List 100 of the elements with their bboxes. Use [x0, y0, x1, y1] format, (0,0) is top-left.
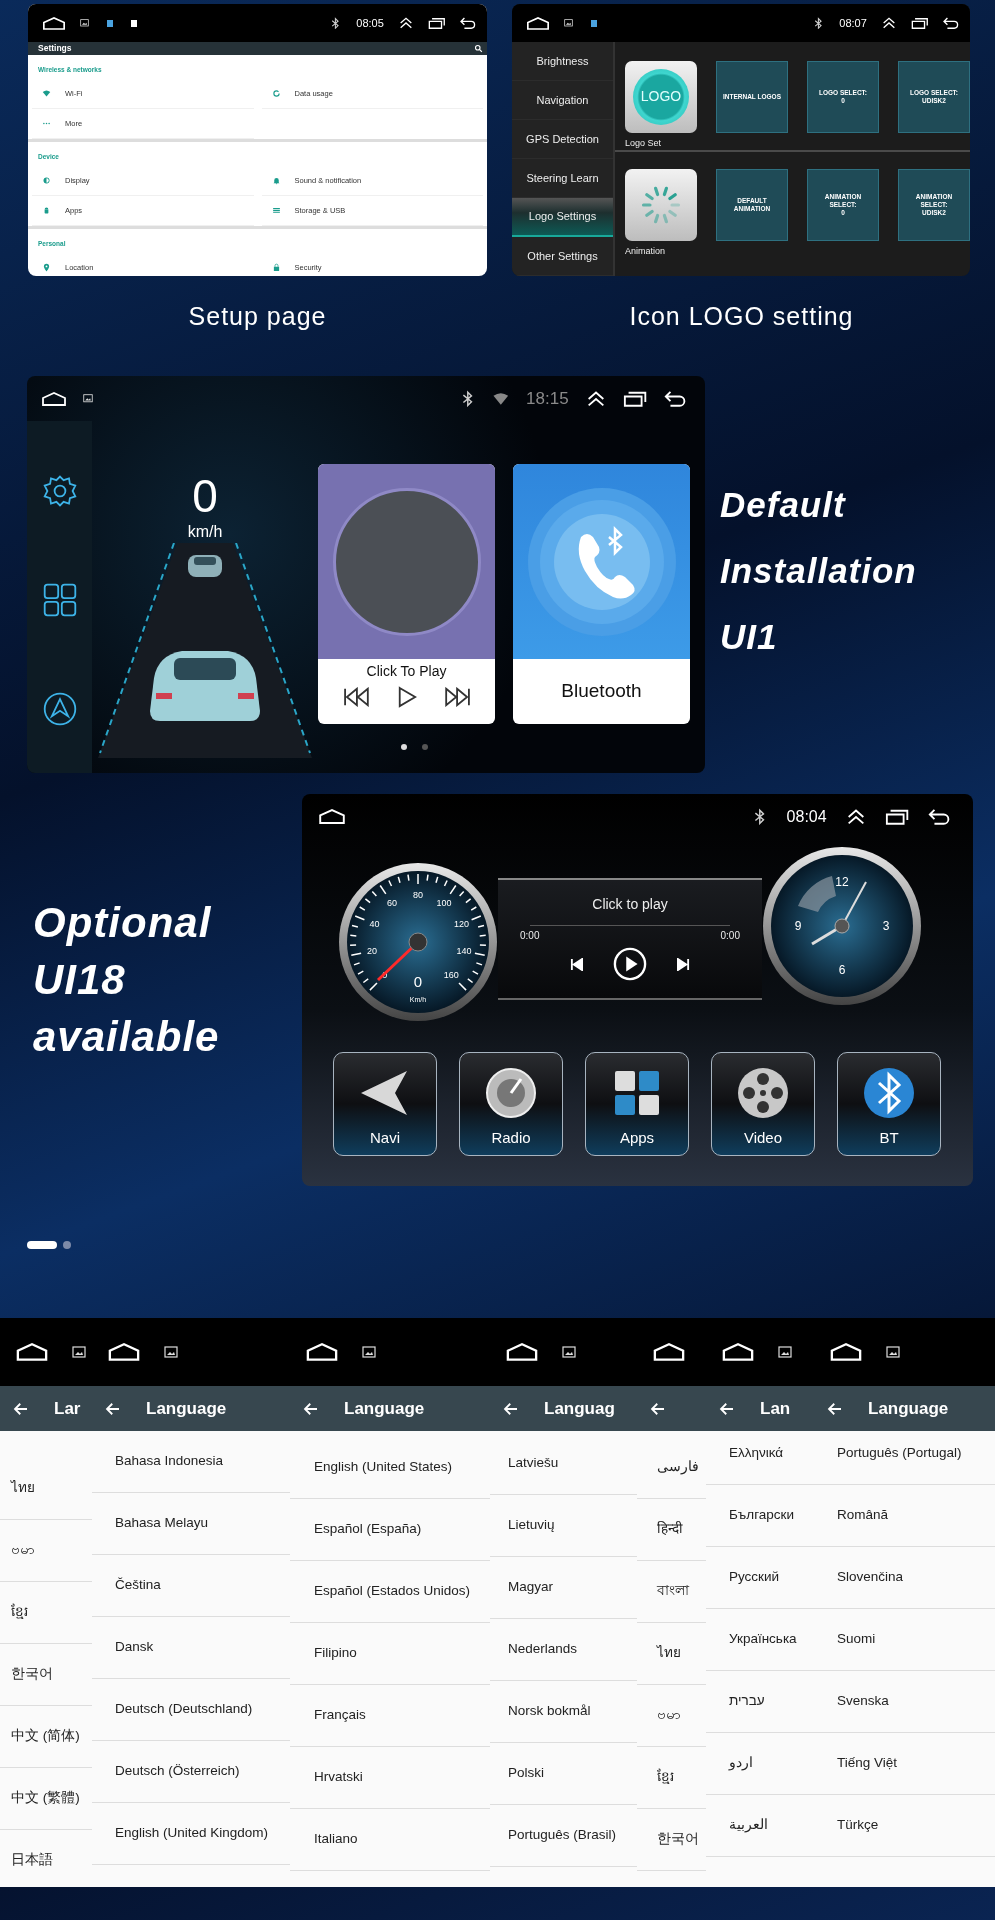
previous-icon[interactable] — [341, 687, 370, 707]
carousel-dot[interactable] — [63, 1241, 71, 1249]
total-time: 0:00 — [720, 929, 740, 943]
home-icon[interactable] — [42, 16, 66, 30]
menu-item[interactable]: GPS Detection — [512, 120, 613, 159]
language-item[interactable]: Português (Portugal) — [814, 1431, 995, 1485]
app-tile[interactable]: Radio — [459, 1052, 563, 1156]
app-tile[interactable]: Navi — [333, 1052, 437, 1156]
scale-label: 140 — [456, 946, 472, 957]
home-icon[interactable] — [318, 809, 346, 824]
recents-icon[interactable] — [622, 389, 647, 408]
language-item[interactable]: Suomi — [814, 1609, 995, 1671]
screen-title: Language — [146, 1397, 227, 1420]
language-item[interactable]: Türkçe — [814, 1795, 995, 1857]
scale-label: 40 — [369, 919, 380, 929]
clock-time: 08:04 — [786, 806, 827, 827]
chevrons-up-icon[interactable] — [880, 15, 897, 31]
home-icon[interactable] — [828, 1343, 864, 1361]
caption: Setup page — [188, 302, 327, 330]
language-item[interactable]: Tiếng Việt — [814, 1733, 995, 1795]
lock-icon — [271, 262, 281, 272]
caption: Icon LOGO setting — [629, 302, 854, 330]
back-icon[interactable] — [926, 807, 951, 826]
play-button-icon[interactable] — [613, 947, 647, 981]
notification-icon — [131, 19, 137, 27]
back-icon[interactable] — [942, 16, 960, 30]
page-dot[interactable] — [400, 744, 407, 750]
notification-icon — [591, 19, 597, 27]
scale-label: 100 — [436, 897, 452, 908]
home-icon[interactable] — [14, 1343, 50, 1361]
image-icon — [886, 1346, 900, 1358]
screen-title: Language — [868, 1397, 949, 1420]
speed-value: 0 — [192, 471, 218, 521]
clock-numeral: 3 — [882, 919, 890, 933]
scale-label: 80 — [413, 890, 423, 900]
elapsed-time: 0:00 — [520, 929, 540, 943]
list-icon — [271, 205, 281, 215]
page-dot[interactable] — [421, 744, 428, 750]
image-icon — [72, 1346, 86, 1358]
back-icon[interactable] — [662, 389, 687, 408]
image-icon — [164, 1346, 178, 1358]
back-icon[interactable] — [459, 16, 477, 30]
home-icon[interactable] — [720, 1343, 756, 1361]
clock-time: 08:05 — [356, 15, 384, 31]
scale-label: 20 — [366, 946, 377, 957]
previous-icon[interactable] — [570, 957, 583, 971]
speed-unit: km/h — [187, 522, 223, 542]
bell-icon — [271, 175, 281, 185]
phone-bluetooth-icon[interactable] — [526, 486, 677, 637]
menu-item[interactable]: Brightness — [512, 42, 613, 81]
scale-label: 160 — [443, 970, 459, 981]
grid-icon[interactable] — [41, 582, 78, 618]
screen-title: Languag — [544, 1397, 615, 1420]
screen-title: Lar — [54, 1397, 81, 1420]
navigation-icon[interactable] — [41, 691, 78, 727]
clock-numeral: 12 — [835, 875, 849, 889]
recents-icon[interactable] — [427, 16, 446, 30]
home-icon[interactable] — [504, 1343, 540, 1361]
play-icon[interactable] — [396, 686, 417, 708]
app-tile[interactable]: Apps — [585, 1052, 689, 1156]
chevrons-up-icon[interactable] — [397, 15, 414, 31]
language-item[interactable]: Svenska — [814, 1671, 995, 1733]
menu-item[interactable]: Other Settings — [512, 237, 613, 276]
next-icon[interactable] — [443, 687, 472, 707]
notification-icon — [564, 19, 573, 27]
screen-title: Language — [344, 1397, 425, 1420]
image-icon — [562, 1346, 576, 1358]
tile-label: Logo Set — [625, 136, 663, 150]
android-icon — [42, 205, 51, 215]
app-tile[interactable]: BT — [837, 1052, 941, 1156]
next-icon[interactable] — [677, 957, 690, 971]
notification-icon — [80, 19, 89, 27]
search-icon[interactable] — [474, 43, 483, 53]
ring-icon — [271, 88, 281, 98]
home-icon[interactable] — [106, 1343, 142, 1361]
clock-numeral: 9 — [794, 919, 802, 933]
animation-tile[interactable] — [625, 169, 697, 241]
home-icon[interactable] — [41, 391, 67, 406]
speed-reading: 0 — [413, 973, 423, 990]
settings-icon[interactable] — [41, 473, 78, 509]
home-icon[interactable] — [304, 1343, 340, 1361]
feature-heading: Default Installation UI1 — [720, 484, 917, 658]
track-title: Click To Play — [365, 662, 448, 681]
clock-time: 18:15 — [526, 387, 569, 410]
recents-icon[interactable] — [884, 807, 909, 826]
notification-icon — [83, 394, 93, 403]
app-tile[interactable]: Video — [711, 1052, 815, 1156]
track-title: Click to play — [592, 895, 668, 914]
menu-item[interactable]: Logo Settings — [512, 198, 613, 237]
menu-item[interactable]: Navigation — [512, 81, 613, 120]
location-pin-icon — [42, 262, 51, 272]
scale-label: 60 — [386, 897, 397, 908]
language-item[interactable]: Slovenčina — [814, 1547, 995, 1609]
home-icon[interactable] — [526, 16, 550, 30]
language-item[interactable]: Română — [814, 1485, 995, 1547]
image-icon — [778, 1346, 792, 1358]
recents-icon[interactable] — [910, 16, 929, 30]
image-icon — [362, 1346, 376, 1358]
home-icon[interactable] — [651, 1343, 687, 1361]
scale-label: 120 — [453, 919, 469, 929]
